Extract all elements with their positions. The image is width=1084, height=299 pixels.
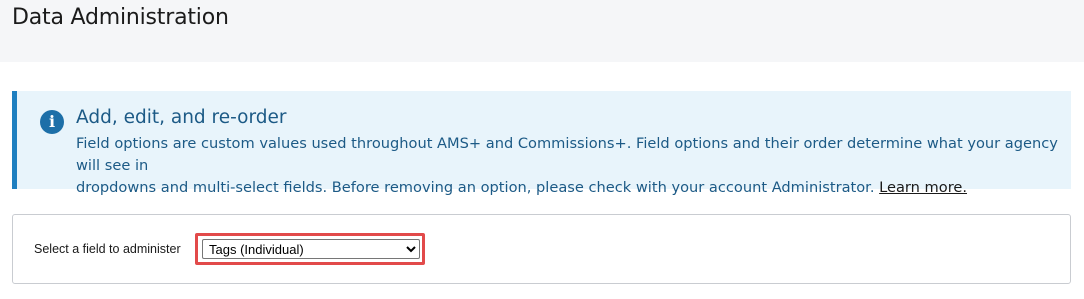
info-banner: i Add, edit, and re-order Field options … <box>12 91 1071 196</box>
select-highlight-box: Tags (Individual) <box>195 233 425 265</box>
banner-body-line-2: dropdowns and multi-select fields. Befor… <box>76 179 875 196</box>
page-header: Data Administration <box>0 0 1084 62</box>
learn-more-link[interactable]: Learn more. <box>879 179 967 196</box>
field-selector-label: Select a field to administer <box>34 242 181 256</box>
info-icon: i <box>40 110 64 134</box>
page-title: Data Administration <box>12 5 229 30</box>
banner-heading: Add, edit, and re-order <box>76 107 287 128</box>
banner-body: Field options are custom values used thr… <box>76 133 1076 199</box>
banner-body-line-1: Field options are custom values used thr… <box>76 135 1058 174</box>
field-selector-panel: Select a field to administer Tags (Indiv… <box>12 214 1071 284</box>
field-select-dropdown[interactable]: Tags (Individual) <box>202 239 420 259</box>
